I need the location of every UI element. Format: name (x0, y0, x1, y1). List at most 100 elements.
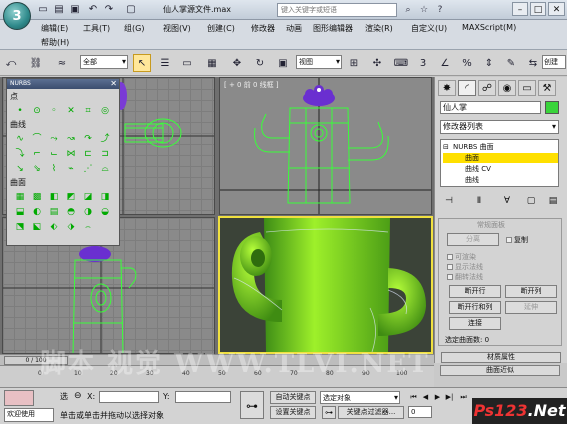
offset-curve-icon[interactable]: ⤴ (98, 133, 112, 145)
copy-checkbox[interactable]: 复制 (506, 235, 528, 245)
multicurve-trim-icon[interactable]: ⬗ (64, 221, 78, 233)
create-tab-icon[interactable]: ✸ (438, 80, 456, 96)
undo-icon[interactable]: ↶ (86, 3, 100, 17)
stack-item-nurbs-surface[interactable]: NURBS 曲面 (453, 142, 494, 152)
close-icon[interactable]: ✕ (110, 79, 117, 89)
cv-curve-icon[interactable]: ∿ (13, 133, 27, 145)
percent-snap-icon[interactable]: % (458, 54, 476, 72)
modify-tab-icon[interactable]: ◜ (458, 80, 476, 96)
cap-surface-icon[interactable]: ◓ (64, 206, 78, 218)
break-col-button[interactable]: 断开列 (505, 285, 557, 298)
cv-curve-on-surface-icon[interactable]: ⌇ (47, 163, 61, 175)
stack-item-curve[interactable]: 曲线 (465, 175, 479, 185)
project-icon[interactable]: ▢ (124, 3, 138, 17)
break-row-button[interactable]: 断开行 (449, 285, 501, 298)
undo-tool-icon[interactable]: ⤺ (2, 54, 20, 72)
maxscript-listener-icon[interactable] (4, 390, 34, 406)
extend-button[interactable]: 延伸 (505, 301, 557, 314)
menu-customize[interactable]: 自定义(U) (411, 23, 447, 34)
u-loft-surface-icon[interactable]: ◑ (81, 206, 95, 218)
object-name-field[interactable]: 仙人掌 (440, 101, 541, 114)
menu-create[interactable]: 创建(C) (207, 23, 235, 34)
key-filters-button[interactable]: 关键点过滤器... (338, 406, 404, 419)
offset-surface-icon[interactable]: ◪ (81, 191, 95, 203)
fillet-surface-icon[interactable]: ⌢ (81, 221, 95, 233)
ruled-surface-icon[interactable]: ▤ (47, 206, 61, 218)
menu-group[interactable]: 组(G) (124, 23, 144, 34)
pin-stack-icon[interactable]: ⊣ (441, 194, 457, 208)
minimize-icon[interactable]: – (512, 2, 528, 16)
next-frame-icon[interactable]: ▶| (444, 392, 455, 403)
auto-key-button[interactable]: 自动关键点 (270, 391, 316, 404)
menu-maxscript[interactable]: MAXScript(M) (462, 23, 516, 32)
reference-coord-dropdown[interactable]: 视图 (296, 55, 342, 69)
lock-selection-icon[interactable]: ⊖ (74, 391, 82, 401)
remove-modifier-icon[interactable]: ▢ (523, 194, 539, 208)
cv-surface-icon[interactable]: ▦ (13, 191, 27, 203)
goto-start-icon[interactable]: ⏮ (408, 392, 419, 403)
display-tab-icon[interactable]: ▭ (518, 80, 536, 96)
utilities-tab-icon[interactable]: ⚒ (538, 80, 556, 96)
selected-object-dropdown[interactable]: 选定对象 (320, 391, 400, 404)
modifier-list-dropdown[interactable]: 修改器列表 (440, 120, 559, 134)
set-key-button[interactable]: 设置关键点 (270, 406, 316, 419)
menu-help[interactable]: 帮助(H) (41, 37, 69, 48)
vector-projected-curve-icon[interactable]: ⇘ (30, 163, 44, 175)
select-by-name-icon[interactable]: ☰ (156, 54, 174, 72)
motion-tab-icon[interactable]: ◉ (498, 80, 516, 96)
viewport-front[interactable]: [ + 0 前 0 线框 ] (219, 77, 432, 215)
rectangle-selection-icon[interactable]: ▭ (178, 54, 196, 72)
open-folder-icon[interactable]: ▤ (52, 3, 66, 17)
renderable-checkbox[interactable]: 可渲染 (447, 252, 476, 262)
mirror-surface-icon[interactable]: ◨ (98, 191, 112, 203)
one-rail-sweep-icon[interactable]: ⬔ (13, 221, 27, 233)
menu-edit[interactable]: 编辑(E) (41, 23, 68, 34)
link-icon[interactable]: ⛓ (27, 54, 45, 72)
multisided-blend-icon[interactable]: ⬖ (47, 221, 61, 233)
mirror-curve-icon[interactable]: ⤵ (13, 148, 27, 160)
pivot-icon[interactable]: ⊞ (345, 54, 363, 72)
maximize-icon[interactable]: □ (530, 2, 546, 16)
display-normals-checkbox[interactable]: 显示法线 (447, 262, 483, 272)
show-end-result-icon[interactable]: Ⅱ (471, 194, 487, 208)
keyboard-shortcut-icon[interactable]: ⌨ (392, 54, 410, 72)
play-icon[interactable]: ▶ (432, 392, 443, 403)
blend-curve-icon[interactable]: ↷ (81, 133, 95, 145)
stack-expand-icon[interactable]: ⊟ (443, 142, 449, 152)
select-manipulate-icon[interactable]: ✣ (368, 54, 386, 72)
menu-graph-editors[interactable]: 图形编辑器 (313, 23, 353, 34)
two-rail-sweep-icon[interactable]: ⬕ (30, 221, 44, 233)
configure-modifier-sets-icon[interactable]: ▤ (545, 194, 561, 208)
normal-projected-curve-icon[interactable]: ↘ (13, 163, 27, 175)
menu-rendering[interactable]: 渲染(R) (365, 23, 393, 34)
transform-curve-icon[interactable]: ↝ (64, 133, 78, 145)
menu-view[interactable]: 视图(V) (163, 23, 191, 34)
new-file-icon[interactable]: ▭ (36, 3, 50, 17)
extrude-surface-icon[interactable]: ⬓ (13, 206, 27, 218)
transform-surface-icon[interactable]: ◧ (47, 191, 61, 203)
blend-surface-icon[interactable]: ◩ (64, 191, 78, 203)
binoculars-icon[interactable]: ⌕ (401, 3, 415, 17)
curve-point-icon[interactable]: ◦ (47, 105, 61, 117)
make-unique-icon[interactable]: ∀ (499, 194, 515, 208)
hierarchy-tab-icon[interactable]: ☍ (478, 80, 496, 96)
fillet-curve-icon[interactable]: ⌙ (47, 148, 61, 160)
window-crossing-icon[interactable]: ▦ (203, 54, 221, 72)
mirror-icon[interactable]: ⇆ (524, 54, 542, 72)
key-icon[interactable]: ⊶ (240, 391, 264, 419)
named-selection-set-field[interactable]: 创建 (542, 55, 566, 69)
redo-icon[interactable]: ↷ (102, 3, 116, 17)
spinner-snap-icon[interactable]: ⇕ (480, 54, 498, 72)
curve-curve-point-icon[interactable]: ✕ (64, 105, 78, 117)
offset-point-icon[interactable]: ⊙ (30, 105, 44, 117)
point-curve-on-surface-icon[interactable]: ⌁ (64, 163, 78, 175)
surface-surface-intersection-icon[interactable]: ⋈ (64, 148, 78, 160)
close-icon[interactable]: ✕ (548, 2, 565, 16)
menu-animation[interactable]: 动画 (286, 23, 302, 34)
point-icon[interactable]: • (13, 105, 27, 117)
selection-filter-dropdown[interactable]: 全部 (80, 55, 128, 69)
welcome-field[interactable]: 欢迎使用 (4, 408, 54, 422)
menu-modifiers[interactable]: 修改器 (251, 23, 275, 34)
surface-curve-point-icon[interactable]: ◎ (98, 105, 112, 117)
save-icon[interactable]: ▣ (68, 3, 82, 17)
